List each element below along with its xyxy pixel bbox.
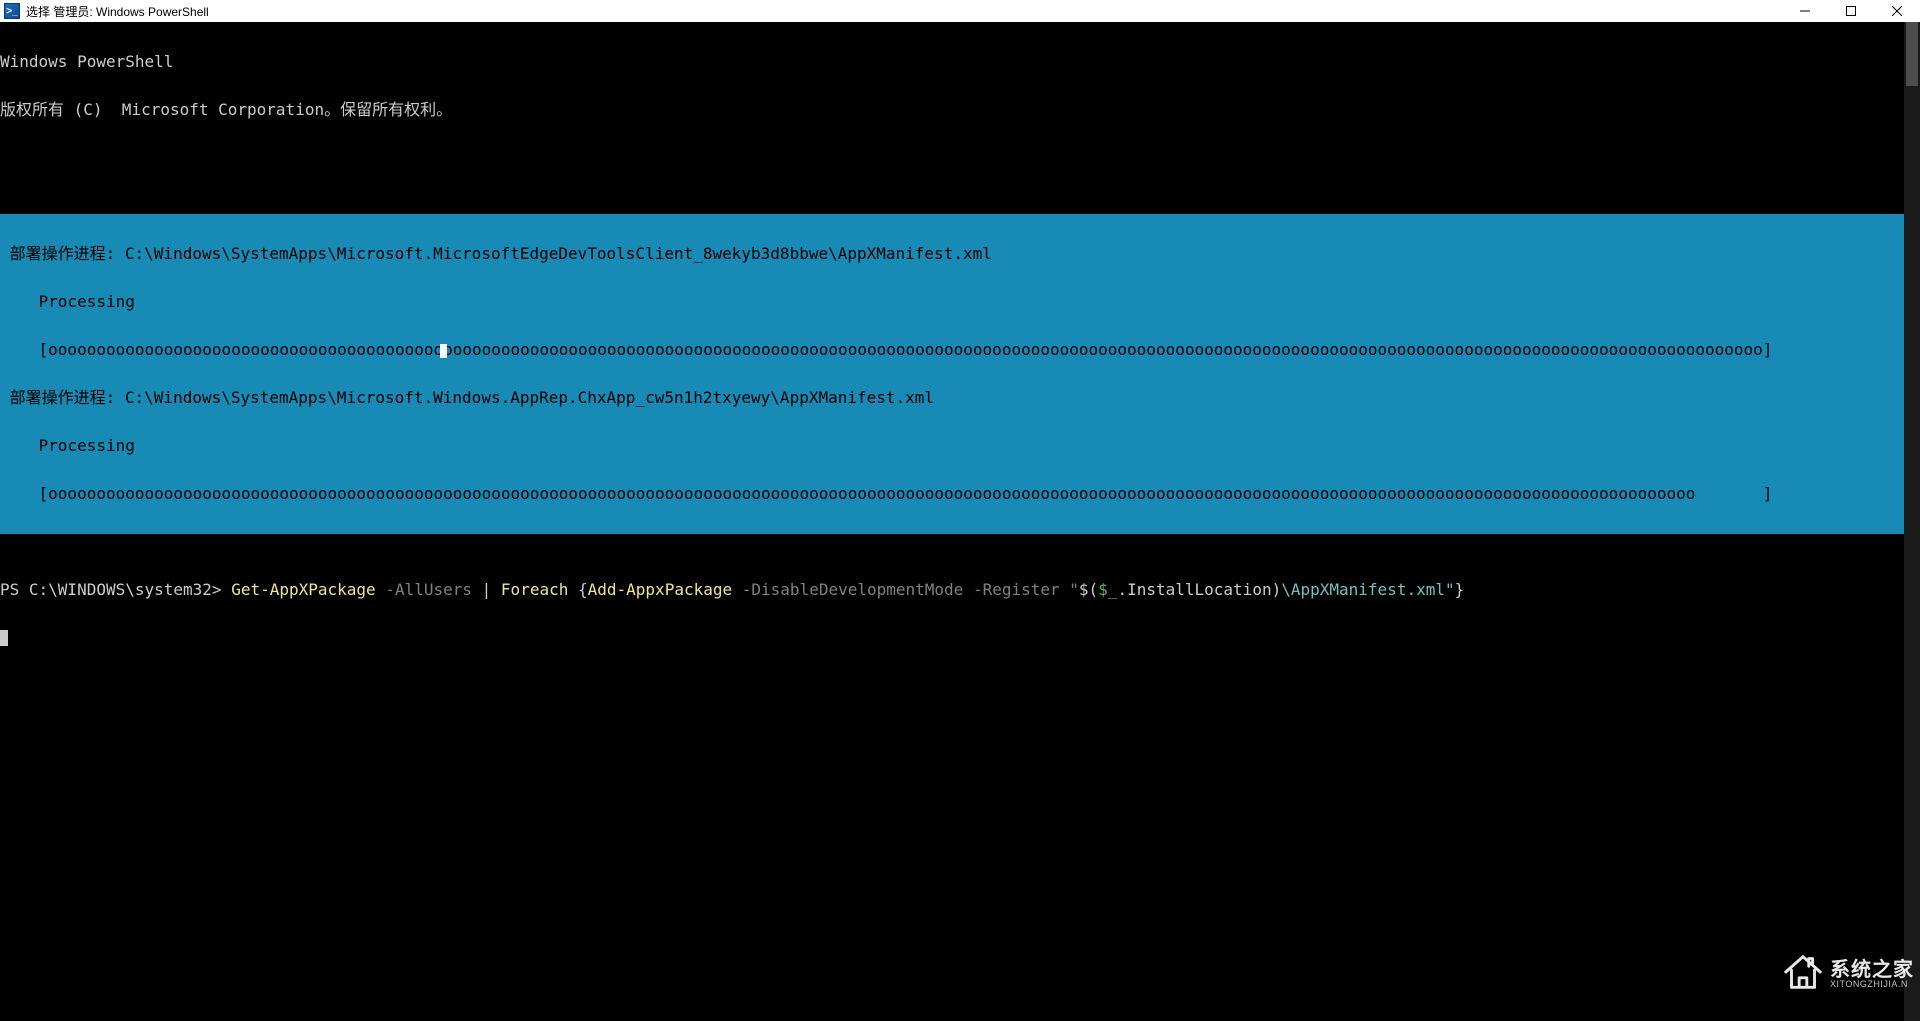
titlebar-left: >_ 选择 管理员: Windows PowerShell bbox=[0, 3, 209, 20]
minimize-icon bbox=[1800, 6, 1810, 16]
cmd-subexpr-open: $( bbox=[1079, 580, 1098, 599]
cmd-brace-open: { bbox=[568, 580, 587, 599]
maximize-icon bbox=[1846, 6, 1856, 16]
close-icon bbox=[1892, 6, 1902, 16]
maximize-button[interactable] bbox=[1828, 0, 1874, 22]
cmd-installlocation: .InstallLocation bbox=[1117, 580, 1271, 599]
command-line: PS C:\WINDOWS\system32> Get-AppXPackage … bbox=[0, 582, 1920, 598]
progress-1-bar: [ooooooooooooooooooooooooooooooooooooooo… bbox=[0, 486, 1920, 502]
progress-1-status: Processing bbox=[0, 438, 1920, 454]
deployment-progress: 部署操作进程: C:\Windows\SystemApps\Microsoft.… bbox=[0, 214, 1920, 534]
titlebar[interactable]: >_ 选择 管理员: Windows PowerShell bbox=[0, 0, 1920, 22]
banner-line-2: 版权所有 (C) Microsoft Corporation。保留所有权利。 bbox=[0, 102, 1920, 118]
minimize-button[interactable] bbox=[1782, 0, 1828, 22]
progress-1-title: 部署操作进程: C:\Windows\SystemApps\Microsoft.… bbox=[0, 390, 1920, 406]
cmd-allusers: -AllUsers bbox=[376, 580, 482, 599]
cmd-brace-close: } bbox=[1455, 580, 1465, 599]
watermark: 系统之家 XITONGZHIJIA.N bbox=[1744, 933, 1914, 1015]
terminal[interactable]: Windows PowerShell 版权所有 (C) Microsoft Co… bbox=[0, 22, 1920, 1021]
powershell-window: >_ 选择 管理员: Windows PowerShell Windows Po… bbox=[0, 0, 1920, 1021]
cmd-flags: -DisableDevelopmentMode -Register bbox=[732, 580, 1069, 599]
prompt: PS C:\WINDOWS\system32> bbox=[0, 580, 231, 599]
watermark-house-icon bbox=[1744, 933, 1826, 1015]
window-title: 选择 管理员: Windows PowerShell bbox=[26, 3, 209, 20]
powershell-icon: >_ bbox=[4, 3, 20, 19]
close-button[interactable] bbox=[1874, 0, 1920, 22]
watermark-en: XITONGZHIJIA.N bbox=[1830, 980, 1914, 989]
banner-line-1: Windows PowerShell bbox=[0, 54, 1920, 70]
cmd-addappxpackage: Add-AppxPackage bbox=[588, 580, 733, 599]
cmd-pipe: | bbox=[482, 580, 501, 599]
cursor-line bbox=[0, 630, 1920, 646]
watermark-cn: 系统之家 bbox=[1830, 960, 1914, 980]
watermark-text: 系统之家 XITONGZHIJIA.N bbox=[1830, 960, 1914, 989]
cmd-q1: " bbox=[1069, 580, 1079, 599]
selection-cursor bbox=[440, 344, 447, 358]
progress-0-status: Processing bbox=[0, 294, 1920, 310]
cmd-manifestpath: \AppXManifest.xml" bbox=[1281, 580, 1454, 599]
progress-0-title: 部署操作进程: C:\Windows\SystemApps\Microsoft.… bbox=[0, 246, 1920, 262]
input-cursor bbox=[0, 630, 8, 646]
window-buttons bbox=[1782, 0, 1920, 22]
scrollbar-track[interactable] bbox=[1904, 22, 1920, 1021]
blank-line bbox=[0, 150, 1920, 166]
progress-0-bar: [ooooooooooooooooooooooooooooooooooooooo… bbox=[0, 342, 1920, 358]
scrollbar-thumb[interactable] bbox=[1906, 22, 1918, 86]
cmd-dollar-underscore: $_ bbox=[1098, 580, 1117, 599]
cmd-subexpr-close: ) bbox=[1272, 580, 1282, 599]
cmd-getappxpackage: Get-AppXPackage bbox=[231, 580, 376, 599]
cmd-foreach: Foreach bbox=[501, 580, 568, 599]
